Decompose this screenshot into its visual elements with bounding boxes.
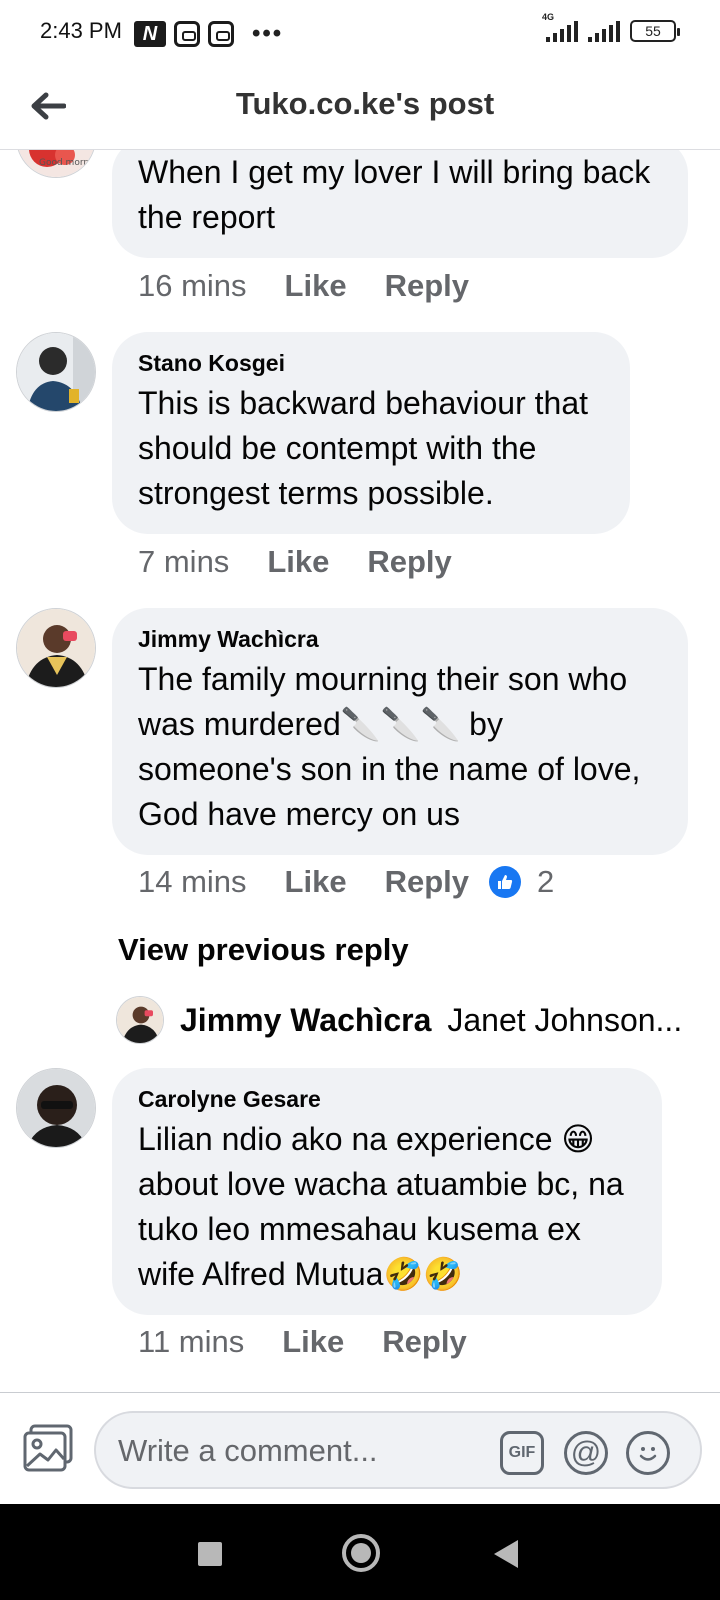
reactions-summary[interactable]: 2 [489, 864, 554, 900]
reply-button[interactable]: Reply [382, 1324, 466, 1360]
comments-list[interactable]: Good morni When I get my lover I will br… [0, 150, 720, 1392]
reply-snippet[interactable]: Janet Johnson... [447, 1002, 682, 1039]
app-icon [174, 21, 200, 47]
smiley-icon [639, 1447, 657, 1461]
comment-text-part: about love wacha atuambie bc, na tuko le… [138, 1166, 624, 1292]
comment-time[interactable]: 16 mins [138, 268, 247, 304]
comment-text: The family mourning their son who was mu… [138, 657, 662, 837]
home-button[interactable] [342, 1534, 380, 1572]
avatar[interactable] [16, 608, 96, 688]
avatar-image [17, 333, 95, 411]
comment-author[interactable]: Stano Kosgei [138, 350, 604, 377]
system-back-button[interactable] [494, 1540, 518, 1568]
app-icon [208, 21, 234, 47]
avatar-caption: Good morni [39, 158, 92, 168]
reply-button[interactable]: Reply [367, 544, 451, 580]
like-button[interactable]: Like [285, 268, 347, 304]
like-button[interactable]: Like [282, 1324, 344, 1360]
avatar[interactable] [16, 332, 96, 412]
system-nav-bar [0, 1504, 720, 1600]
comment-actions: 7 mins Like Reply [138, 544, 452, 580]
comment-input-placeholder: Write a comment... [118, 1433, 378, 1468]
network-type-label: 4G [542, 12, 555, 22]
grin-emoji: 😁 [561, 1121, 595, 1157]
comment-bubble[interactable]: When I get my lover I will bring back th… [112, 150, 688, 258]
comment-bubble[interactable]: Carolyne Gesare Lilian ndio ako na exper… [112, 1068, 662, 1315]
comment-author[interactable]: Jimmy Wachìcra [138, 626, 662, 653]
more-notifications-icon: ••• [252, 20, 284, 47]
status-time: 2:43 PM [40, 18, 122, 43]
reply-button[interactable]: Reply [385, 864, 469, 900]
image-icon [23, 1424, 73, 1472]
comment-input[interactable]: Write a comment... GIF @ [94, 1411, 702, 1489]
avatar[interactable] [16, 1068, 96, 1148]
gif-icon[interactable]: GIF [500, 1431, 544, 1475]
battery-icon: 55 [630, 20, 680, 42]
comment-time[interactable]: 7 mins [138, 544, 229, 580]
thumbs-up-icon [489, 866, 521, 898]
avatar-image [117, 997, 163, 1043]
avatar[interactable]: Good morni [16, 150, 96, 178]
knife-emoji: 🔪🔪🔪 [340, 706, 461, 742]
photo-button[interactable] [22, 1423, 74, 1473]
comment-composer: Write a comment... GIF @ [0, 1392, 720, 1504]
comment-actions: 11 mins Like Reply [138, 1324, 467, 1360]
comment-time[interactable]: 14 mins [138, 864, 247, 900]
recents-button[interactable] [198, 1542, 222, 1566]
notification-icons: N ••• [134, 20, 283, 48]
emoji-icon[interactable] [626, 1431, 670, 1475]
comment-actions: 14 mins Like Reply 2 [138, 864, 554, 900]
reaction-count: 2 [537, 864, 555, 899]
like-button[interactable]: Like [285, 864, 347, 900]
comment-text-part: Lilian ndio ako na experience [138, 1121, 562, 1157]
view-previous-reply-link[interactable]: View previous reply [118, 932, 409, 968]
comment-text: This is backward behaviour that should b… [138, 385, 588, 511]
avatar-image: Good morni [17, 150, 95, 177]
comment-text: Lilian ndio ako na experience 😁 about lo… [138, 1117, 636, 1297]
comment-time[interactable]: 11 mins [138, 1324, 244, 1360]
comment-bubble[interactable]: Jimmy Wachìcra The family mourning their… [112, 608, 688, 855]
reply-button[interactable]: Reply [385, 268, 469, 304]
status-bar: 2:43 PM N ••• 4G 55 [0, 0, 720, 64]
status-right: 4G 55 [542, 12, 680, 42]
netflix-icon: N [134, 21, 166, 47]
avatar-image [17, 609, 95, 687]
page-title: Tuko.co.ke's post [235, 86, 495, 121]
signal-icon [588, 20, 620, 42]
comment-text: When I get my lover I will bring back th… [138, 154, 651, 235]
reply-preview[interactable]: Jimmy Wachìcra Janet Johnson... [116, 996, 682, 1044]
avatar[interactable] [116, 996, 164, 1044]
mention-icon[interactable]: @ [564, 1431, 608, 1475]
reply-author[interactable]: Jimmy Wachìcra [180, 1002, 431, 1039]
comment-bubble[interactable]: Stano Kosgei This is backward behaviour … [112, 332, 630, 534]
rofl-emoji: 🤣🤣 [383, 1256, 464, 1292]
like-button[interactable]: Like [267, 544, 329, 580]
comment-actions: 16 mins Like Reply [138, 268, 469, 304]
avatar-image [17, 1069, 95, 1147]
comment-author[interactable]: Carolyne Gesare [138, 1086, 636, 1113]
post-header: Tuko.co.ke's post [0, 64, 720, 150]
signal-4g-icon: 4G [542, 12, 578, 42]
